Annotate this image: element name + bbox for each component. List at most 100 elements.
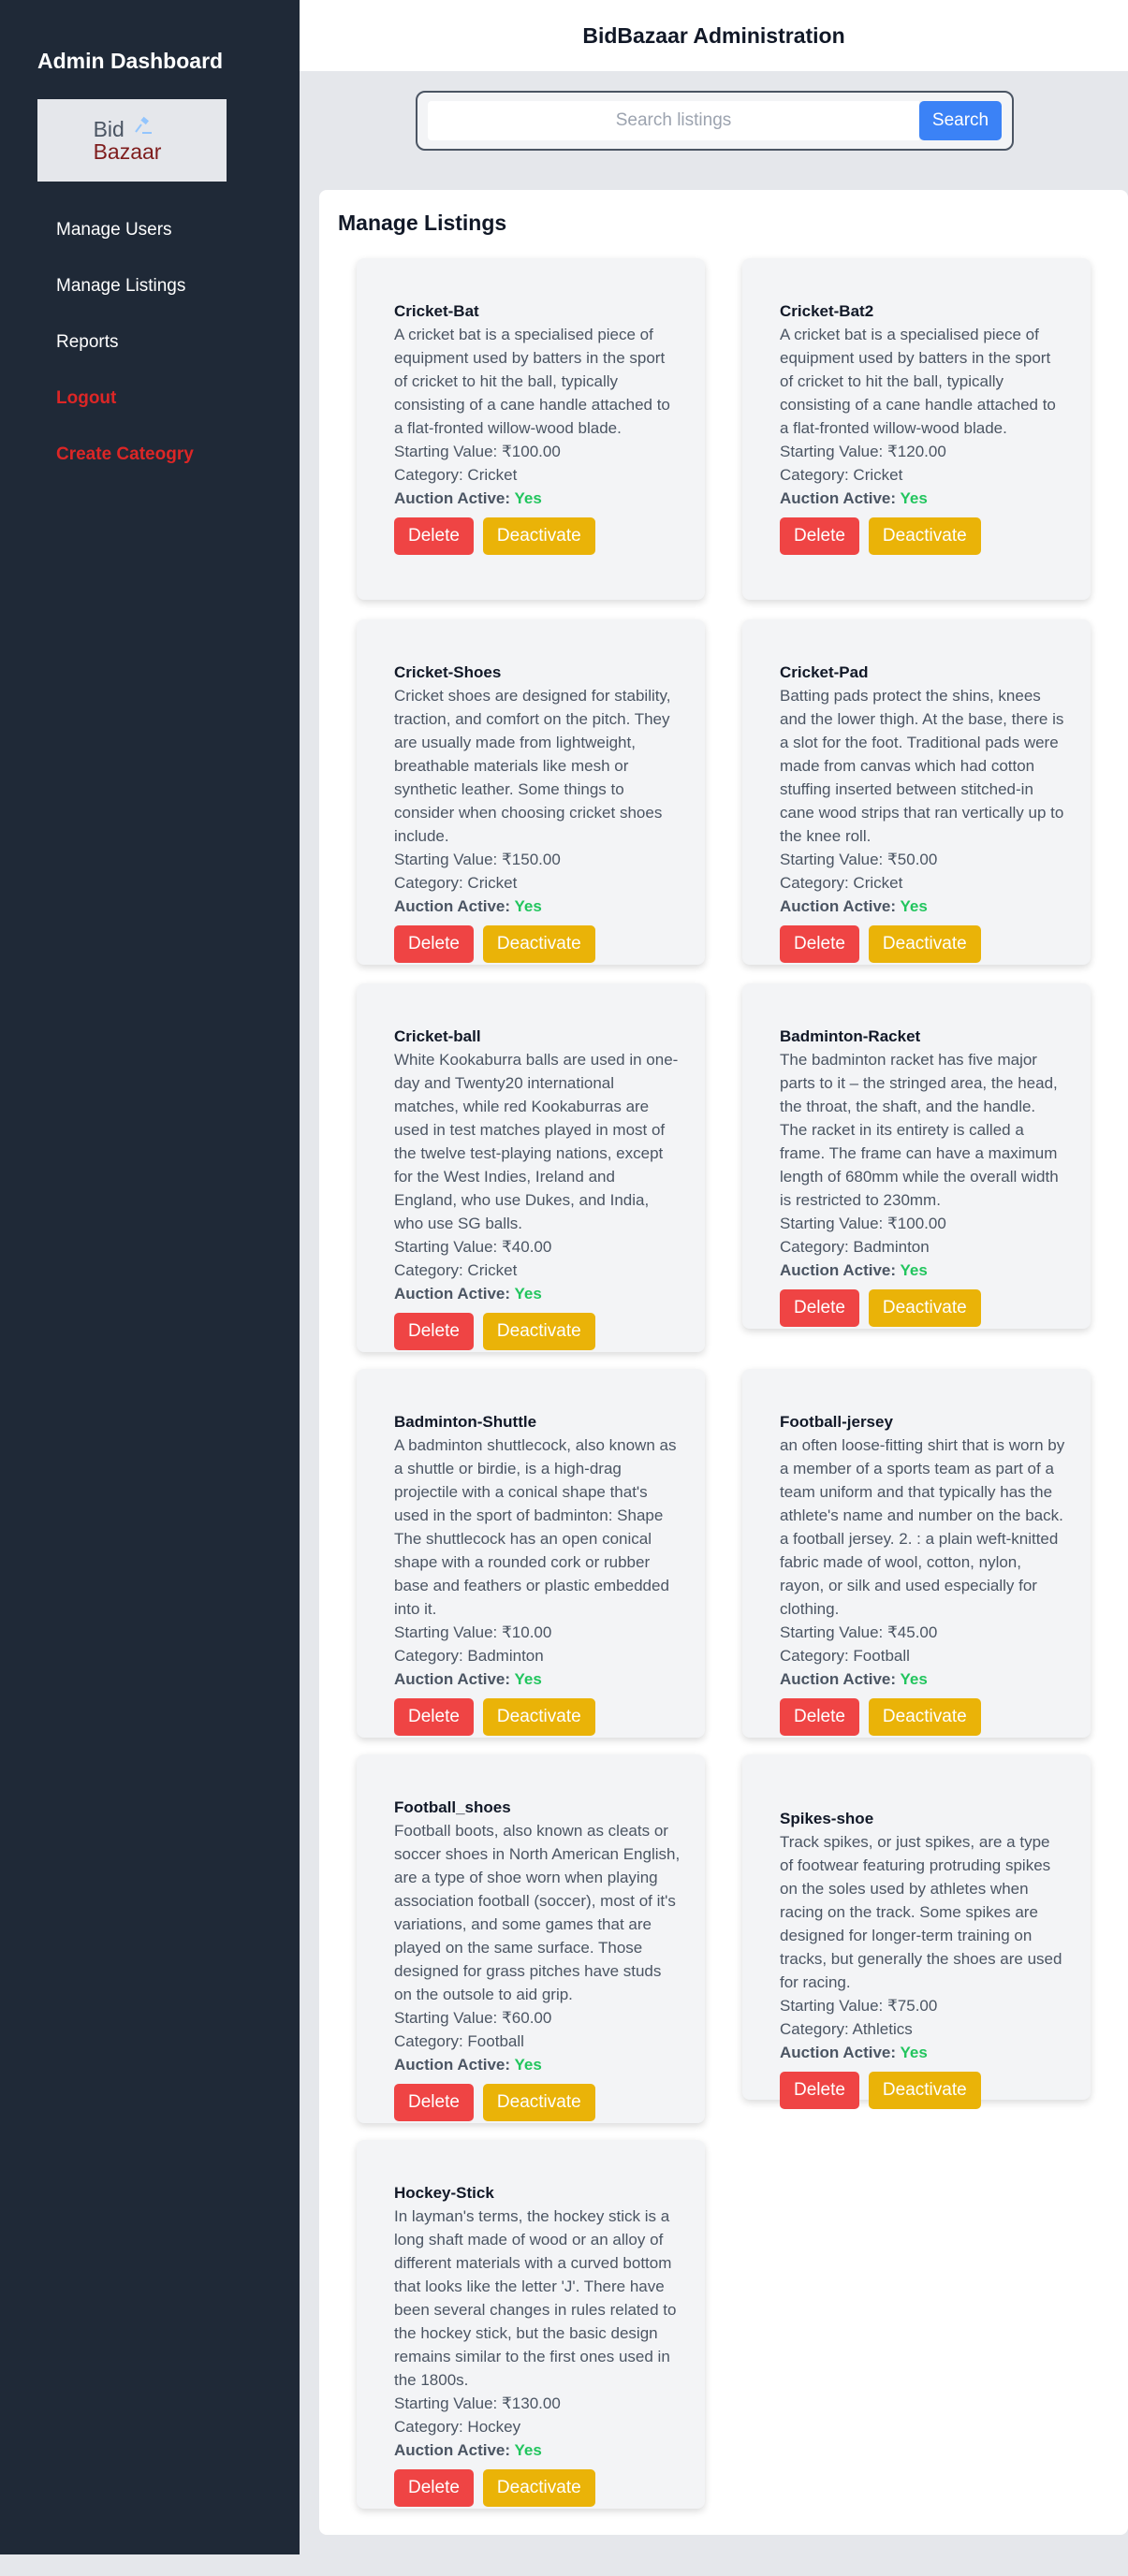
auction-active-value: Yes bbox=[900, 1261, 928, 1279]
auction-active-value: Yes bbox=[514, 2441, 542, 2459]
listing-starting-value: Starting Value: ₹100.00 bbox=[780, 1215, 946, 1232]
listing-auction-status: Auction Active: Yes bbox=[394, 895, 681, 918]
listing-description: A cricket bat is a specialised piece of … bbox=[780, 326, 1056, 437]
deactivate-button[interactable]: Deactivate bbox=[482, 517, 595, 555]
logo-text-top: Bid bbox=[94, 116, 162, 140]
deactivate-button[interactable]: Deactivate bbox=[482, 2084, 595, 2121]
listing-card: Cricket-Bat A cricket bat is a specialis… bbox=[357, 258, 705, 600]
auction-active-value: Yes bbox=[514, 897, 542, 915]
auction-active-label: Auction Active: bbox=[780, 1261, 897, 1279]
auction-active-label: Auction Active: bbox=[780, 2044, 897, 2061]
deactivate-button[interactable]: Deactivate bbox=[868, 1289, 981, 1327]
listing-card: Football-jersey an often loose-fitting s… bbox=[742, 1369, 1091, 1738]
delete-button[interactable]: Delete bbox=[394, 517, 474, 555]
listings-panel: Manage Listings Cricket-Bat A cricket ba… bbox=[319, 190, 1128, 2535]
auction-active-label: Auction Active: bbox=[394, 2056, 511, 2074]
listing-starting-value: Starting Value: ₹130.00 bbox=[394, 2394, 561, 2412]
auction-active-value: Yes bbox=[900, 2044, 928, 2061]
delete-button[interactable]: Delete bbox=[394, 2469, 474, 2507]
listing-name: Badminton-Racket bbox=[780, 1027, 921, 1045]
listing-auction-status: Auction Active: Yes bbox=[780, 895, 1066, 918]
auction-active-label: Auction Active: bbox=[780, 489, 897, 507]
listing-starting-value: Starting Value: ₹50.00 bbox=[780, 851, 938, 868]
listing-name: Cricket-Bat2 bbox=[780, 302, 874, 320]
sidebar-item-manage-users[interactable]: Manage Users bbox=[37, 202, 262, 258]
listing-auction-status: Auction Active: Yes bbox=[780, 2041, 1066, 2064]
listing-category: Category: Cricket bbox=[780, 466, 903, 484]
auction-active-label: Auction Active: bbox=[394, 897, 511, 915]
listing-starting-value: Starting Value: ₹150.00 bbox=[394, 851, 561, 868]
auction-active-label: Auction Active: bbox=[780, 897, 897, 915]
listing-name: Spikes-shoe bbox=[780, 1810, 874, 1827]
deactivate-button[interactable]: Deactivate bbox=[868, 517, 981, 555]
delete-button[interactable]: Delete bbox=[780, 2072, 859, 2109]
listing-name: Cricket-Shoes bbox=[394, 663, 502, 681]
listing-card: Badminton-Shuttle A badminton shuttlecoc… bbox=[357, 1369, 705, 1738]
deactivate-button[interactable]: Deactivate bbox=[482, 2469, 595, 2507]
delete-button[interactable]: Delete bbox=[394, 1313, 474, 1350]
delete-button[interactable]: Delete bbox=[394, 1698, 474, 1736]
listing-category: Category: Cricket bbox=[394, 466, 518, 484]
delete-button[interactable]: Delete bbox=[780, 1289, 859, 1327]
listing-description: A badminton shuttlecock, also known as a… bbox=[394, 1436, 677, 1618]
listing-starting-value: Starting Value: ₹75.00 bbox=[780, 1997, 938, 2015]
listing-description: A cricket bat is a specialised piece of … bbox=[394, 326, 670, 437]
top-header: BidBazaar Administration bbox=[300, 0, 1128, 71]
listing-description: Track spikes, or just spikes, are a type… bbox=[780, 1833, 1062, 1991]
delete-button[interactable]: Delete bbox=[394, 925, 474, 963]
listing-category: Category: Football bbox=[780, 1647, 910, 1665]
auction-active-label: Auction Active: bbox=[780, 1670, 897, 1688]
listing-auction-status: Auction Active: Yes bbox=[780, 1259, 1066, 1282]
sidebar-item-logout[interactable]: Logout bbox=[37, 371, 262, 427]
delete-button[interactable]: Delete bbox=[780, 925, 859, 963]
section-title: Manage Listings bbox=[338, 211, 507, 235]
listing-starting-value: Starting Value: ₹45.00 bbox=[780, 1623, 938, 1641]
deactivate-button[interactable]: Deactivate bbox=[482, 1313, 595, 1350]
listing-name: Cricket-Pad bbox=[780, 663, 869, 681]
delete-button[interactable]: Delete bbox=[394, 2084, 474, 2121]
deactivate-button[interactable]: Deactivate bbox=[482, 1698, 595, 1736]
listing-auction-status: Auction Active: Yes bbox=[394, 1282, 681, 1305]
deactivate-button[interactable]: Deactivate bbox=[868, 925, 981, 963]
listing-auction-status: Auction Active: Yes bbox=[780, 1667, 1066, 1691]
listing-name: Badminton-Shuttle bbox=[394, 1413, 537, 1431]
bidbazaar-logo[interactable]: Bid Bazaar bbox=[37, 99, 227, 182]
listing-auction-status: Auction Active: Yes bbox=[780, 487, 1066, 510]
listing-name: Cricket-ball bbox=[394, 1027, 481, 1045]
listing-card: Cricket-ball White Kookaburra balls are … bbox=[357, 983, 705, 1352]
delete-button[interactable]: Delete bbox=[780, 1698, 859, 1736]
deactivate-button[interactable]: Deactivate bbox=[868, 2072, 981, 2109]
auction-active-value: Yes bbox=[900, 897, 928, 915]
listing-starting-value: Starting Value: ₹40.00 bbox=[394, 1238, 552, 1256]
sidebar-item-manage-listings[interactable]: Manage Listings bbox=[37, 258, 262, 314]
auction-active-label: Auction Active: bbox=[394, 1285, 511, 1303]
auction-active-value: Yes bbox=[514, 1285, 542, 1303]
deactivate-button[interactable]: Deactivate bbox=[868, 1698, 981, 1736]
listing-description: The badminton racket has five major part… bbox=[780, 1051, 1059, 1209]
auction-active-value: Yes bbox=[514, 1670, 542, 1688]
search-input[interactable] bbox=[428, 101, 919, 140]
listing-name: Hockey-Stick bbox=[394, 2184, 494, 2202]
sidebar-item-create-category[interactable]: Create Cateogry bbox=[37, 427, 262, 483]
sidebar-item-reports[interactable]: Reports bbox=[37, 314, 262, 371]
auction-active-label: Auction Active: bbox=[394, 2441, 511, 2459]
search-button[interactable]: Search bbox=[919, 101, 1002, 140]
listing-description: an often loose-fitting shirt that is wor… bbox=[780, 1436, 1065, 1618]
sidebar-title: Admin Dashboard bbox=[37, 49, 224, 73]
sidebar-nav: Manage Users Manage Listings Reports Log… bbox=[37, 202, 262, 483]
listing-card: Cricket-Bat2 A cricket bat is a speciali… bbox=[742, 258, 1091, 600]
listing-description: In layman's terms, the hockey stick is a… bbox=[394, 2207, 677, 2389]
listing-starting-value: Starting Value: ₹10.00 bbox=[394, 1623, 552, 1641]
listing-category: Category: Athletics bbox=[780, 2020, 913, 2038]
search-bar: Search bbox=[416, 91, 1014, 151]
deactivate-button[interactable]: Deactivate bbox=[482, 925, 595, 963]
listing-category: Category: Cricket bbox=[780, 874, 903, 892]
listing-auction-status: Auction Active: Yes bbox=[394, 1667, 681, 1691]
listing-description: Batting pads protect the shins, knees an… bbox=[780, 687, 1064, 845]
listing-starting-value: Starting Value: ₹120.00 bbox=[780, 443, 946, 460]
auction-active-label: Auction Active: bbox=[394, 1670, 511, 1688]
auction-active-value: Yes bbox=[514, 489, 542, 507]
delete-button[interactable]: Delete bbox=[780, 517, 859, 555]
listing-starting-value: Starting Value: ₹60.00 bbox=[394, 2009, 552, 2027]
auction-active-value: Yes bbox=[900, 489, 928, 507]
